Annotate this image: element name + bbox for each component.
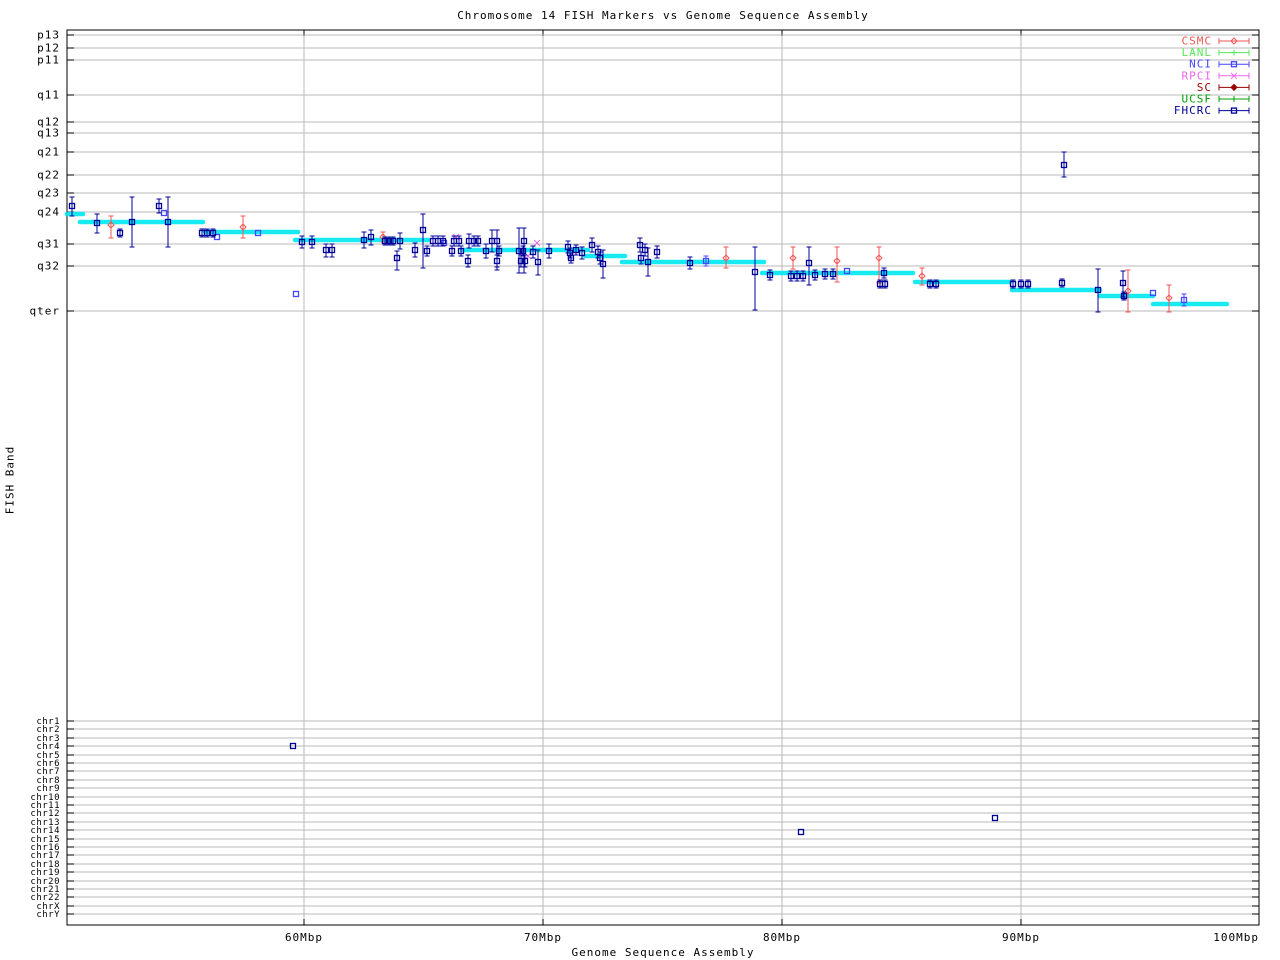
gnuplot-chart-page: { "title": "Chromosome 14 FISH Markers v… bbox=[0, 0, 1280, 960]
svg-text:60Mbp: 60Mbp bbox=[285, 931, 323, 944]
legend-entry-RPCI: RPCI bbox=[1182, 69, 1250, 82]
svg-text:q31: q31 bbox=[37, 238, 60, 251]
plot-canvas: 60Mbp70Mbp80Mbp90Mbp100Mbpp13p12p11q11q1… bbox=[0, 0, 1280, 960]
svg-text:q13: q13 bbox=[37, 127, 60, 140]
legend: CSMCLANLNCIRPCISCUCSFFHCRC bbox=[1174, 35, 1249, 118]
svg-text:qter: qter bbox=[30, 305, 61, 318]
svg-text:100Mbp: 100Mbp bbox=[1213, 931, 1259, 944]
svg-text:chrY: chrY bbox=[36, 910, 60, 920]
svg-text:70Mbp: 70Mbp bbox=[524, 931, 562, 944]
svg-text:q22: q22 bbox=[37, 169, 60, 182]
lower-panel-points bbox=[291, 744, 998, 835]
svg-text:q21: q21 bbox=[37, 146, 60, 159]
svg-text:p13: p13 bbox=[37, 29, 60, 42]
svg-text:80Mbp: 80Mbp bbox=[763, 931, 801, 944]
svg-text:q11: q11 bbox=[37, 89, 60, 102]
svg-text:90Mbp: 90Mbp bbox=[1002, 931, 1040, 944]
svg-text:p11: p11 bbox=[37, 54, 60, 67]
legend-entry-FHCRC: FHCRC bbox=[1174, 104, 1249, 117]
svg-text:q23: q23 bbox=[37, 187, 60, 200]
svg-text:q32: q32 bbox=[37, 260, 60, 273]
svg-text:FHCRC: FHCRC bbox=[1174, 104, 1212, 117]
svg-text:q24: q24 bbox=[37, 206, 60, 219]
